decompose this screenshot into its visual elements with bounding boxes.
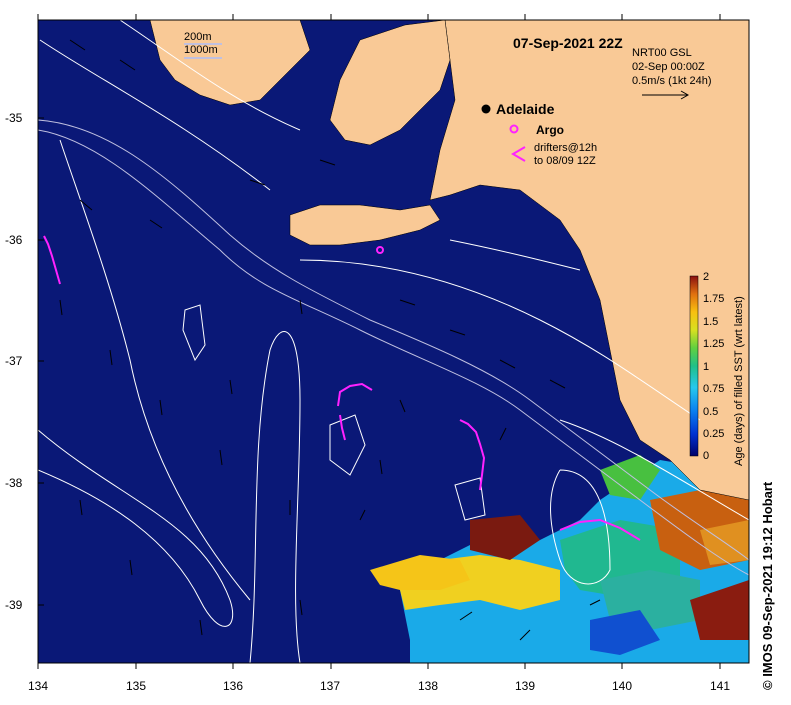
colorbar-title: Age (days) of filled SST (wrt latest) — [733, 296, 745, 466]
colorbar-tick-0.25: 0.25 — [703, 428, 724, 440]
sst-map: 200m 1000m 07-Sep-2021 22Z NRT00 GSL 02-… — [0, 0, 791, 700]
colorbar-tick-0.75: 0.75 — [703, 383, 724, 395]
scale-label-200m: 200m — [184, 31, 212, 43]
colorbar-gradient — [689, 275, 699, 457]
colorbar-tick-0: 0 — [703, 450, 709, 462]
scale-label-1000m: 1000m — [184, 44, 218, 56]
colorbar-tick-1.5: 1.5 — [703, 316, 718, 328]
lat-tick: -39 — [5, 598, 23, 612]
lon-tick: 134 — [28, 679, 48, 693]
map-title: 07-Sep-2021 22Z — [513, 35, 623, 51]
lon-tick: 137 — [320, 679, 340, 693]
argo-label: Argo — [536, 123, 564, 137]
city-label: Adelaide — [496, 101, 555, 117]
lon-tick: 136 — [223, 679, 243, 693]
lat-tick: -35 — [5, 111, 23, 125]
lat-tick: -36 — [5, 233, 23, 247]
colorbar-tick-1: 1 — [703, 361, 709, 373]
lon-tick: 135 — [126, 679, 146, 693]
lon-tick: 140 — [612, 679, 632, 693]
lat-tick: -37 — [5, 354, 23, 368]
lon-tick: 139 — [515, 679, 535, 693]
lat-tick: -38 — [5, 476, 23, 490]
lon-tick: 141 — [710, 679, 730, 693]
info-model: NRT00 GSL — [632, 47, 692, 59]
colorbar-tick-1.75: 1.75 — [703, 293, 724, 305]
map-svg: 200m 1000m 07-Sep-2021 22Z NRT00 GSL 02-… — [5, 14, 750, 693]
drifter-label-2: to 08/09 12Z — [534, 155, 596, 167]
drifter-label-1: drifters@12h — [534, 142, 597, 154]
info-date: 02-Sep 00:00Z — [632, 61, 705, 73]
colorbar-tick-1.25: 1.25 — [703, 338, 724, 350]
credit-text: © IMOS 09-Sep-2021 19:12 Hobart — [760, 481, 775, 690]
city-marker — [481, 104, 491, 114]
info-vector-scale: 0.5m/s (1kt 24h) — [632, 75, 711, 87]
lon-tick: 138 — [418, 679, 438, 693]
colorbar-tick-2: 2 — [703, 271, 709, 283]
colorbar-tick-0.5: 0.5 — [703, 406, 718, 418]
